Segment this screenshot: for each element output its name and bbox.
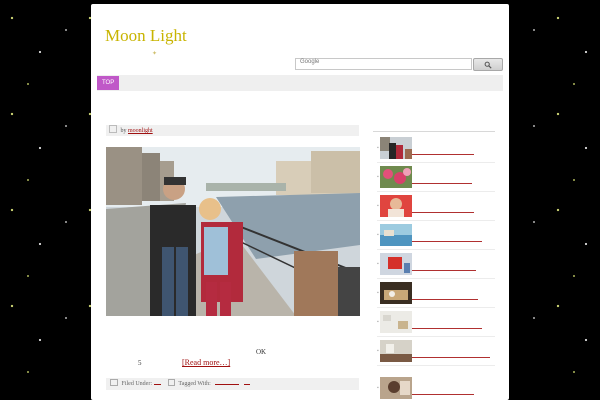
blue-sea-photo[interactable]: [380, 224, 412, 246]
sidebar-post-item[interactable]: ▪: [377, 195, 497, 221]
sidebar-separator: [377, 336, 495, 337]
bullet-icon: ▪: [377, 320, 379, 325]
post-meta: by moonlight: [106, 125, 359, 136]
sidebar-divider: [373, 131, 495, 132]
sidebar-post-item[interactable]: ▪: [377, 282, 497, 308]
sidebar-post-link[interactable]: [412, 299, 478, 300]
bullet-icon: ▪: [377, 291, 379, 296]
read-more-link[interactable]: [Read more…]: [182, 358, 230, 367]
sidebar-post-link[interactable]: [412, 154, 474, 155]
sidebar-post-link[interactable]: [412, 328, 482, 329]
tagged-with-label: Tagged With:: [178, 381, 211, 387]
post-featured-image[interactable]: [106, 147, 360, 316]
sidebar-separator: [377, 307, 495, 308]
bullet-icon: ▪: [377, 262, 379, 267]
filed-under-label: Filed Under:: [121, 381, 153, 387]
tagline-mark: ✦: [152, 51, 158, 57]
search-placeholder: Google: [300, 59, 320, 65]
folder-icon: [110, 379, 118, 386]
sidebar-post-link[interactable]: [412, 357, 490, 358]
tag-link[interactable]: [215, 384, 240, 385]
nav-item-top[interactable]: TOP: [97, 76, 120, 90]
bullet-icon: ▪: [377, 146, 379, 151]
author-link[interactable]: moonlight: [128, 128, 153, 134]
search-input[interactable]: Google: [295, 58, 472, 70]
tag-icon: [168, 379, 175, 386]
sidebar-post-item[interactable]: ▪: [377, 340, 497, 366]
sidebar-post-link[interactable]: [412, 183, 472, 184]
sidebar-separator: [377, 220, 495, 221]
sidebar-separator: [377, 278, 495, 279]
bullet-icon: ▪: [377, 349, 379, 354]
portrait-photo[interactable]: [380, 377, 412, 399]
woman-red-photo[interactable]: [380, 195, 412, 217]
bullet-icon: ▪: [377, 175, 379, 180]
search-button[interactable]: [473, 58, 503, 71]
main-nav: TOP: [97, 75, 503, 91]
category-link[interactable]: [153, 384, 161, 385]
site-title[interactable]: Moon Light: [105, 26, 187, 46]
sidebar-post-link[interactable]: [412, 270, 476, 271]
sidebar-separator: [377, 249, 495, 250]
pink-flowers-photo[interactable]: [380, 166, 412, 188]
page-sheet: Moon Light ✦ Google TOP by moonlight OK …: [91, 4, 509, 400]
post-extra-text: OK: [256, 348, 267, 356]
sidebar-post-link[interactable]: [412, 241, 482, 242]
cafe-table-photo[interactable]: [380, 282, 412, 304]
interior-photo[interactable]: [380, 340, 412, 362]
bullet-icon: ▪: [377, 204, 379, 209]
post-meta-prefix: by: [120, 128, 127, 134]
sidebar-post-item[interactable]: ▪: [377, 224, 497, 250]
post-footer: Filed Under: Tagged With:: [106, 378, 359, 390]
sidebar-post-item[interactable]: ▪: [377, 377, 497, 400]
sidebar-post-item[interactable]: ▪: [377, 253, 497, 279]
couple-street-photo[interactable]: [380, 137, 412, 159]
sidebar-separator: [377, 162, 495, 163]
sidebar-separator: [377, 365, 495, 366]
bullet-icon: ▪: [377, 233, 379, 238]
sidebar-post-item[interactable]: ▪: [377, 311, 497, 337]
sidebar-post-link[interactable]: [412, 212, 474, 213]
white-room-photo[interactable]: [380, 311, 412, 333]
sidebar-post-item[interactable]: ▪: [377, 137, 497, 163]
bullet-icon: ▪: [377, 386, 379, 391]
search-icon: [484, 61, 492, 69]
sidebar-separator: [377, 191, 495, 192]
author-icon: [109, 125, 117, 133]
tag-link[interactable]: [243, 384, 250, 385]
sidebar-post-item[interactable]: ▪: [377, 166, 497, 192]
tablet-desk-photo[interactable]: [380, 253, 412, 275]
post-number: 5: [138, 359, 142, 367]
sidebar-post-link[interactable]: [412, 394, 474, 395]
